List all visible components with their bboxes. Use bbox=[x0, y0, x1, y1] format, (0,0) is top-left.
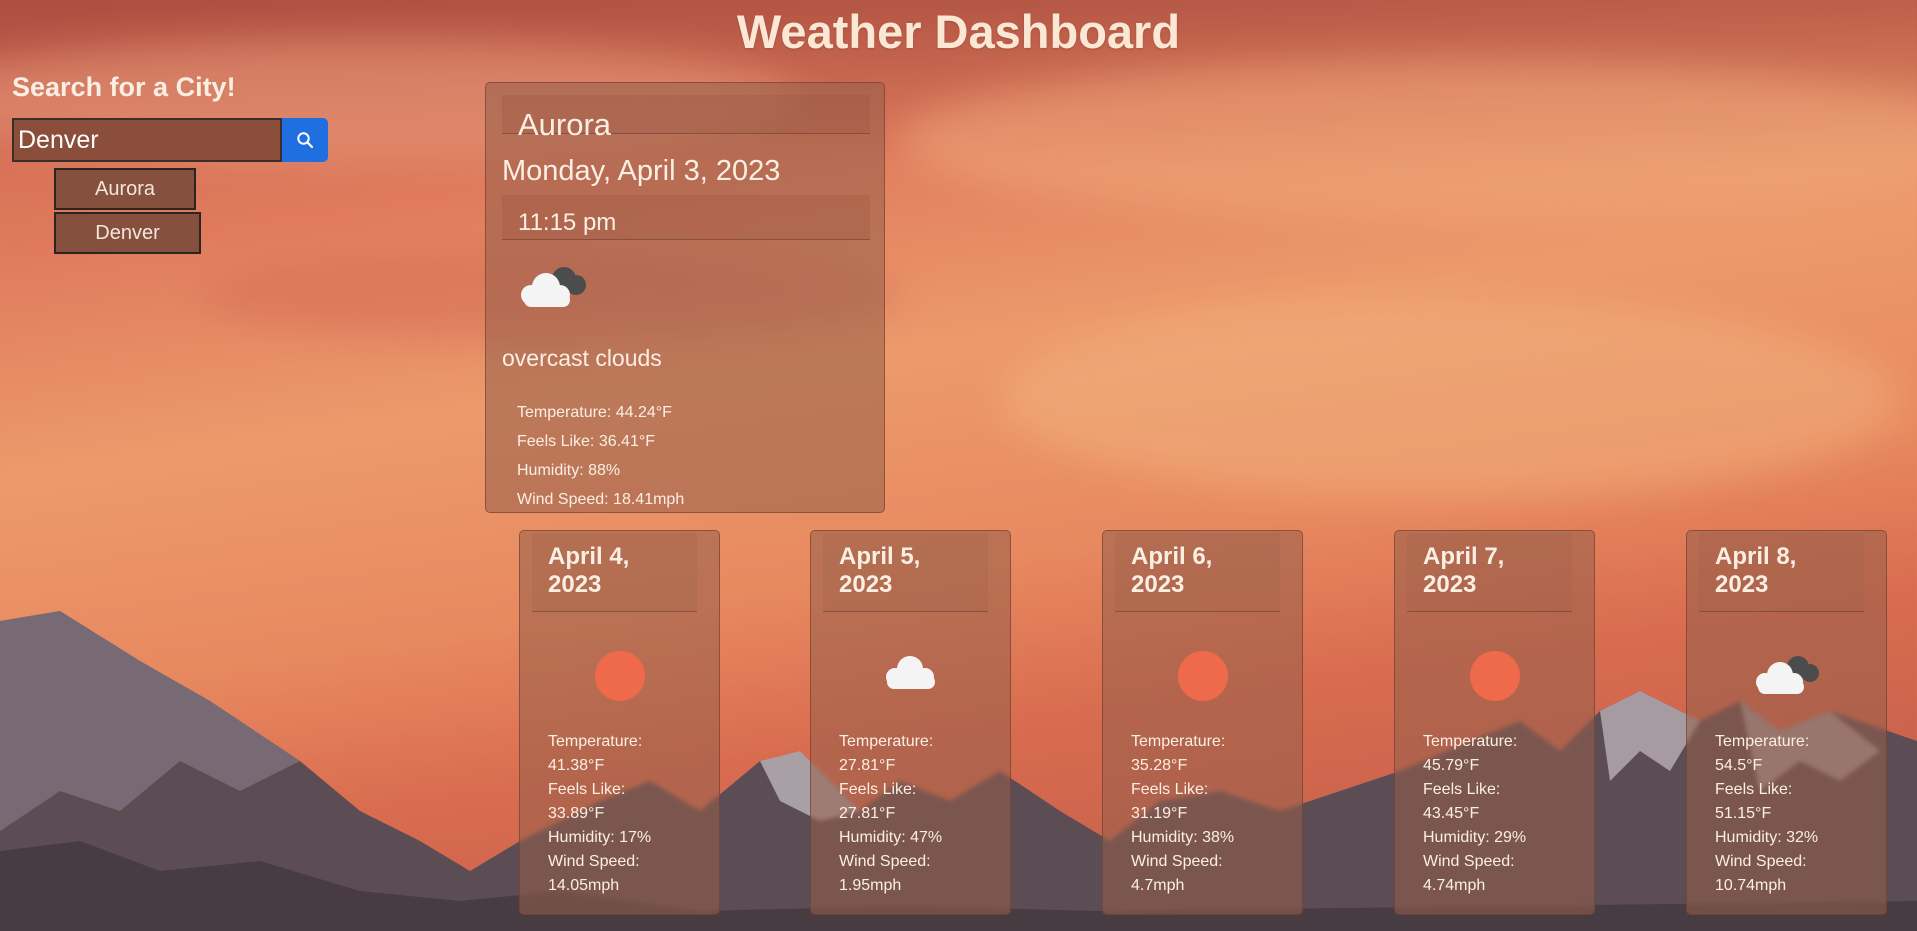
forecast-temperature-label: Temperature: bbox=[839, 733, 934, 750]
forecast-date-header: April 7, 2023 bbox=[1407, 533, 1572, 612]
city-search-input[interactable] bbox=[12, 118, 282, 162]
current-city-header: Aurora bbox=[502, 95, 870, 142]
page-title: Weather Dashboard bbox=[736, 5, 1181, 58]
search-button[interactable] bbox=[282, 118, 328, 162]
forecast-feels-like-label: Feels Like: bbox=[1131, 781, 1209, 798]
forecast-feels-like: 33.89°F bbox=[548, 805, 605, 822]
forecast-temperature: 41.38°F bbox=[548, 757, 605, 774]
background-sky bbox=[1000, 300, 1900, 500]
forecast-wind-speed: 14.05mph bbox=[548, 877, 620, 894]
current-wind-speed: Wind Speed: 18.41mph bbox=[517, 491, 685, 508]
forecast-temperature-label: Temperature: bbox=[548, 733, 643, 750]
forecast-wind-label: Wind Speed: bbox=[839, 853, 931, 870]
forecast-feels-like: 27.81°F bbox=[839, 805, 896, 822]
forecast-stats: Temperature: 35.28°F Feels Like: 31.19°F… bbox=[1131, 730, 1234, 898]
forecast-stats: Temperature: 54.5°F Feels Like: 51.15°F … bbox=[1715, 730, 1818, 898]
current-description: overcast clouds bbox=[502, 345, 662, 371]
forecast-temperature-label: Temperature: bbox=[1715, 733, 1810, 750]
forecast-year: 2023 bbox=[1715, 571, 1769, 598]
forecast-feels-like-label: Feels Like: bbox=[548, 781, 626, 798]
forecast-feels-like-label: Feels Like: bbox=[1423, 781, 1501, 798]
forecast-temperature-label: Temperature: bbox=[1423, 733, 1518, 750]
forecast-date: April 6, bbox=[1131, 543, 1213, 570]
forecast-date-header: April 5, 2023 bbox=[823, 533, 988, 612]
forecast-year: 2023 bbox=[1423, 571, 1477, 598]
forecast-year: 2023 bbox=[548, 571, 602, 598]
forecast-date: April 5, bbox=[839, 543, 921, 570]
forecast-date: April 4, bbox=[548, 543, 630, 570]
current-stats: Temperature: 44.24°F Feels Like: 36.41°F… bbox=[517, 398, 684, 514]
forecast-card: April 6, 2023 Temperature: 35.28°F Feels … bbox=[1102, 530, 1303, 915]
forecast-year: 2023 bbox=[1131, 571, 1185, 598]
current-humidity: Humidity: 88% bbox=[517, 462, 621, 479]
clear-sky-icon bbox=[1177, 651, 1228, 701]
forecast-temperature: 27.81°F bbox=[839, 757, 896, 774]
forecast-date: April 8, bbox=[1715, 543, 1797, 570]
forecast-feels-like-label: Feels Like: bbox=[1715, 781, 1793, 798]
forecast-humidity: Humidity: 29% bbox=[1423, 829, 1527, 846]
forecast-date: April 7, bbox=[1423, 543, 1505, 570]
overcast-clouds-icon bbox=[516, 261, 590, 316]
forecast-wind-label: Wind Speed: bbox=[1423, 853, 1515, 870]
forecast-wind-speed: 4.7mph bbox=[1131, 877, 1185, 894]
clear-sky-icon bbox=[594, 651, 645, 701]
current-feels-like: Feels Like: 36.41°F bbox=[517, 433, 656, 450]
forecast-card: April 4, 2023 Temperature: 41.38°F Feels … bbox=[519, 530, 720, 915]
current-time: 11:15 pm bbox=[518, 209, 617, 236]
forecast-wind-label: Wind Speed: bbox=[1131, 853, 1223, 870]
overcast-clouds-icon bbox=[1687, 651, 1886, 697]
forecast-card: April 5, 2023 Temperature: 27.81°F Feels … bbox=[810, 530, 1011, 915]
forecast-feels-like: 51.15°F bbox=[1715, 805, 1772, 822]
forecast-wind-label: Wind Speed: bbox=[1715, 853, 1807, 870]
background-sky bbox=[900, 60, 1917, 220]
forecast-year: 2023 bbox=[839, 571, 893, 598]
current-weather-card: Aurora Monday, April 3, 2023 11:15 pm ov… bbox=[485, 82, 885, 513]
forecast-humidity: Humidity: 47% bbox=[839, 829, 943, 846]
forecast-wind-speed: 1.95mph bbox=[839, 877, 902, 894]
current-time-header: 11:15 pm bbox=[502, 195, 870, 240]
forecast-wind-speed: 10.74mph bbox=[1715, 877, 1787, 894]
forecast-date-header: April 6, 2023 bbox=[1115, 533, 1280, 612]
clear-sky-icon bbox=[1469, 651, 1520, 701]
current-temperature: Temperature: 44.24°F bbox=[517, 404, 672, 421]
current-date: Monday, April 3, 2023 bbox=[502, 155, 781, 187]
forecast-stats: Temperature: 45.79°F Feels Like: 43.45°F… bbox=[1423, 730, 1526, 898]
forecast-stats: Temperature: 41.38°F Feels Like: 33.89°F… bbox=[548, 730, 651, 898]
forecast-wind-speed: 4.74mph bbox=[1423, 877, 1486, 894]
forecast-humidity: Humidity: 38% bbox=[1131, 829, 1235, 846]
forecast-temperature: 35.28°F bbox=[1131, 757, 1188, 774]
forecast-feels-like: 43.45°F bbox=[1423, 805, 1480, 822]
forecast-temperature: 45.79°F bbox=[1423, 757, 1480, 774]
forecast-temperature-label: Temperature: bbox=[1131, 733, 1226, 750]
forecast-stats: Temperature: 27.81°F Feels Like: 27.81°F… bbox=[839, 730, 942, 898]
forecast-card: April 7, 2023 Temperature: 45.79°F Feels … bbox=[1394, 530, 1595, 915]
cloud-icon bbox=[811, 651, 1010, 691]
forecast-feels-like-label: Feels Like: bbox=[839, 781, 917, 798]
forecast-humidity: Humidity: 32% bbox=[1715, 829, 1819, 846]
forecast-date-header: April 4, 2023 bbox=[532, 533, 697, 612]
forecast-date-header: April 8, 2023 bbox=[1699, 533, 1864, 612]
forecast-humidity: Humidity: 17% bbox=[548, 829, 652, 846]
forecast-feels-like: 31.19°F bbox=[1131, 805, 1188, 822]
history-button-aurora[interactable]: Aurora bbox=[54, 168, 196, 210]
current-city: Aurora bbox=[518, 107, 612, 142]
search-bar bbox=[12, 118, 328, 162]
history-button-denver[interactable]: Denver bbox=[54, 212, 201, 254]
forecast-card: April 8, 2023 Temperature: 54.5°F Feels L… bbox=[1686, 530, 1887, 915]
search-icon bbox=[297, 132, 314, 149]
forecast-temperature: 54.5°F bbox=[1715, 757, 1763, 774]
forecast-wind-label: Wind Speed: bbox=[548, 853, 640, 870]
search-heading: Search for a City! bbox=[12, 72, 236, 102]
